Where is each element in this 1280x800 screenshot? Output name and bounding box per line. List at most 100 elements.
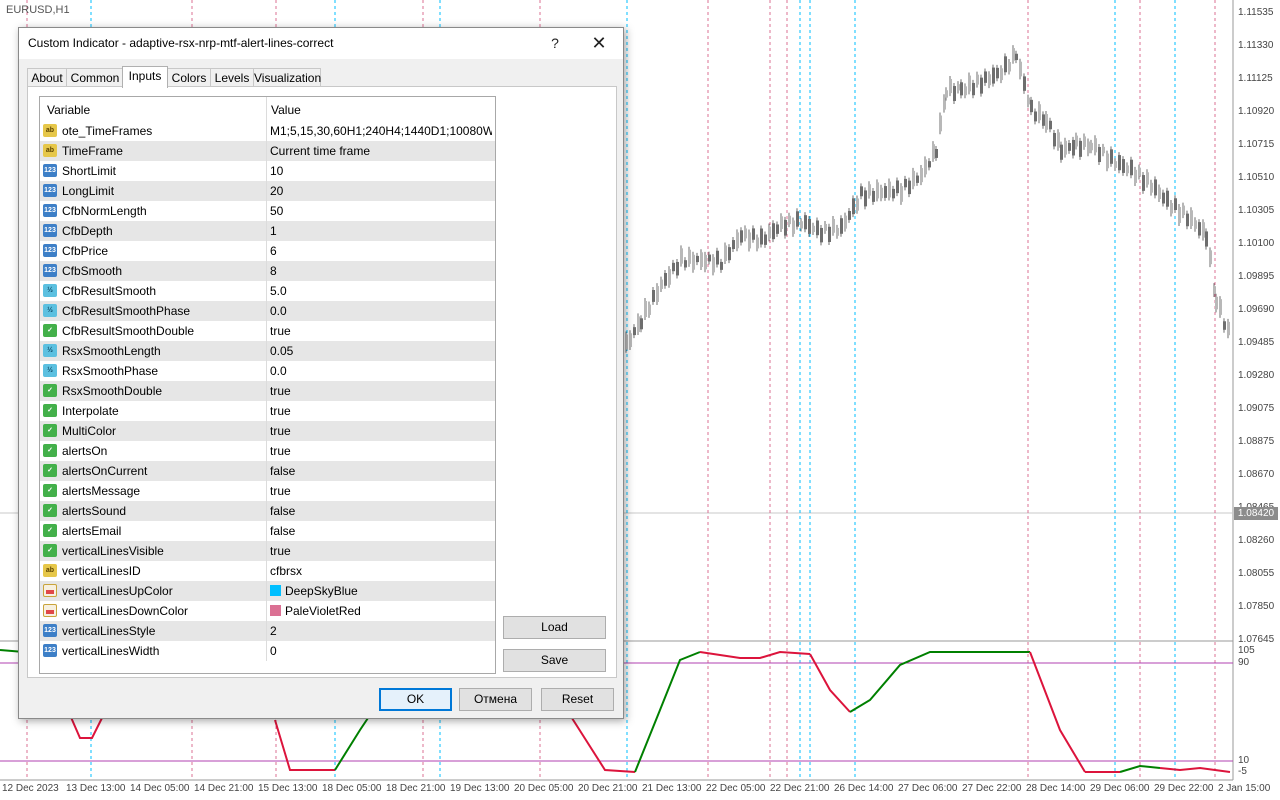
input-row-ShortLimit[interactable]: 123 ShortLimit 10: [40, 161, 495, 182]
input-value-field[interactable]: 50: [270, 204, 492, 218]
input-value-field[interactable]: 0.05: [270, 344, 492, 358]
input-value-field[interactable]: 10: [270, 164, 492, 178]
candle-body: [1134, 169, 1137, 183]
input-value-field[interactable]: DeepSkyBlue: [270, 584, 492, 598]
input-value-field[interactable]: 0.0: [270, 304, 492, 318]
input-row-CfbResultSmoothDouble[interactable]: ✓ CfbResultSmoothDouble true: [40, 321, 495, 342]
input-row-verticalLinesVisible[interactable]: ✓ verticalLinesVisible true: [40, 541, 495, 562]
input-row-verticalLinesID[interactable]: ab verticalLinesID cfbrsx: [40, 561, 495, 582]
input-row-Interpolate[interactable]: ✓ Interpolate true: [40, 401, 495, 422]
input-row-verticalLinesDownColor[interactable]: verticalLinesDownColor PaleVioletRed: [40, 601, 495, 622]
inputs-grid: Variable Value ab ote_TimeFrames M1;5,15,3…: [39, 96, 496, 674]
candle-body: [976, 74, 979, 85]
date-tick-label: 20 Dec 21:00: [578, 783, 638, 794]
date-tick-label: 28 Dec 14:00: [1026, 783, 1086, 794]
input-row-alertsMessage[interactable]: ✓ alertsMessage true: [40, 481, 495, 502]
input-row-CfbResultSmoothPhase[interactable]: ½ CfbResultSmoothPhase 0.0: [40, 301, 495, 322]
close-icon[interactable]: ✕: [585, 31, 613, 55]
input-row-RsxSmoothPhase[interactable]: ½ RsxSmoothPhase 0.0: [40, 361, 495, 382]
date-tick-label: 18 Dec 05:00: [322, 783, 382, 794]
input-row-CfbDepth[interactable]: 123 CfbDepth 1: [40, 221, 495, 242]
candle-body: [1209, 250, 1212, 265]
input-value-field[interactable]: true: [270, 544, 492, 558]
tab-colors[interactable]: Colors: [167, 68, 211, 87]
input-value-field[interactable]: Current time frame: [270, 144, 492, 158]
candle-body: [1064, 140, 1067, 155]
candle-body: [708, 254, 711, 262]
help-button[interactable]: ?: [541, 31, 569, 55]
input-row-CfbNormLength[interactable]: 123 CfbNormLength 50: [40, 201, 495, 222]
date-tick-label: 21 Dec 13:00: [642, 783, 702, 794]
input-value-field[interactable]: false: [270, 524, 492, 538]
color-swatch[interactable]: [270, 585, 281, 596]
reset-button[interactable]: Reset: [541, 688, 614, 711]
candle-body: [960, 82, 963, 96]
price-tick-label: 1.10715: [1238, 139, 1275, 150]
column-separator: [266, 241, 267, 261]
input-row-CfbResultSmooth[interactable]: ½ CfbResultSmooth 5.0: [40, 281, 495, 302]
date-tick-label: 27 Dec 22:00: [962, 783, 1022, 794]
input-value-field[interactable]: true: [270, 324, 492, 338]
candle-body: [629, 333, 632, 348]
input-value-field[interactable]: 8: [270, 264, 492, 278]
tab-levels[interactable]: Levels: [210, 68, 254, 87]
input-row-CfbSmooth[interactable]: 123 CfbSmooth 8: [40, 261, 495, 282]
input-value-field[interactable]: 0.0: [270, 364, 492, 378]
input-value-field[interactable]: cfbrsx: [270, 564, 492, 578]
input-row-alertsSound[interactable]: ✓ alertsSound false: [40, 501, 495, 522]
color-swatch[interactable]: [270, 605, 281, 616]
candle-body: [1049, 120, 1052, 130]
input-value-field[interactable]: true: [270, 424, 492, 438]
input-value-text: true: [270, 424, 291, 438]
input-value-field[interactable]: 2: [270, 624, 492, 638]
column-separator: [266, 161, 267, 181]
tab-about[interactable]: About: [27, 68, 67, 87]
input-row-LongLimit[interactable]: 123 LongLimit 20: [40, 181, 495, 202]
input-value-field[interactable]: 0: [270, 644, 492, 658]
ok-button[interactable]: OK: [379, 688, 452, 711]
date-tick-label: 22 Dec 05:00: [706, 783, 766, 794]
dialog-titlebar[interactable]: Custom Indicator - adaptive-rsx-nrp-mtf-…: [19, 28, 623, 59]
input-row-verticalLinesWidth[interactable]: 123 verticalLinesWidth 0: [40, 641, 495, 662]
input-row-RsxSmoothDouble[interactable]: ✓ RsxSmoothDouble true: [40, 381, 495, 402]
input-value-field[interactable]: 6: [270, 244, 492, 258]
input-value-field[interactable]: M1;5,15,30,60H1;240H4;1440D1;10080W1...: [270, 124, 492, 138]
input-value-field[interactable]: 20: [270, 184, 492, 198]
candle-body: [1087, 141, 1090, 154]
input-row-CfbPrice[interactable]: 123 CfbPrice 6: [40, 241, 495, 262]
header-separator[interactable]: [266, 97, 267, 121]
tab-common[interactable]: Common: [66, 68, 124, 87]
input-value-field[interactable]: 5.0: [270, 284, 492, 298]
input-row-verticalLinesUpColor[interactable]: verticalLinesUpColor DeepSkyBlue: [40, 581, 495, 602]
candle-body: [884, 186, 887, 198]
tab-inputs[interactable]: Inputs: [122, 66, 168, 88]
tab-visualization[interactable]: Visualization: [253, 68, 321, 87]
candle-body: [1012, 48, 1015, 61]
load-button[interactable]: Load: [503, 616, 606, 639]
header-variable[interactable]: Variable: [47, 103, 90, 117]
input-value-field[interactable]: true: [270, 444, 492, 458]
input-value-field[interactable]: true: [270, 484, 492, 498]
input-row-ote_TimeFrames[interactable]: ab ote_TimeFrames M1;5,15,30,60H1;240H4;14…: [40, 121, 495, 142]
header-value[interactable]: Value: [271, 103, 301, 117]
input-row-verticalLinesStyle[interactable]: 123 verticalLinesStyle 2: [40, 621, 495, 642]
input-row-RsxSmoothLength[interactable]: ½ RsxSmoothLength 0.05: [40, 341, 495, 362]
input-value-field[interactable]: PaleVioletRed: [270, 604, 492, 618]
candle-body: [1213, 286, 1216, 294]
input-row-alertsOnCurrent[interactable]: ✓ alertsOnCurrent false: [40, 461, 495, 482]
cancel-button[interactable]: Отмена: [459, 688, 532, 711]
input-value-field[interactable]: true: [270, 384, 492, 398]
input-value-field[interactable]: true: [270, 404, 492, 418]
input-row-alertsEmail[interactable]: ✓ alertsEmail false: [40, 521, 495, 542]
input-row-TimeFrame[interactable]: ab TimeFrame Current time frame: [40, 141, 495, 162]
input-value-field[interactable]: false: [270, 504, 492, 518]
input-row-MultiColor[interactable]: ✓ MultiColor true: [40, 421, 495, 442]
input-value-field[interactable]: 1: [270, 224, 492, 238]
input-value-field[interactable]: false: [270, 464, 492, 478]
input-row-alertsOn[interactable]: ✓ alertsOn true: [40, 441, 495, 462]
candle-body: [996, 67, 999, 79]
candle-body: [1194, 220, 1197, 229]
candle-body: [684, 260, 687, 268]
save-button[interactable]: Save: [503, 649, 606, 672]
candle-body: [637, 316, 640, 332]
